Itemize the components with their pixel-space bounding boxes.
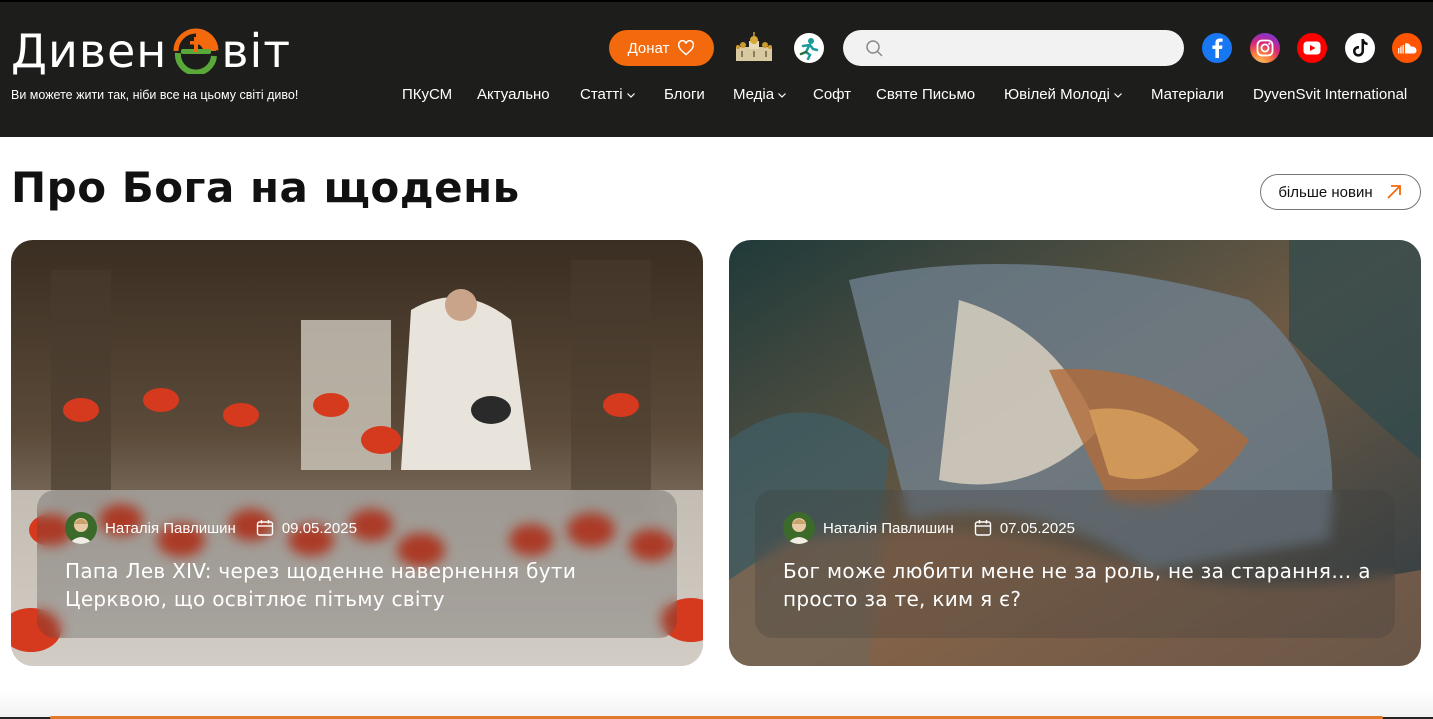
article-title[interactable]: Папа Лев XIV: через щоденне навернення б… bbox=[65, 557, 665, 613]
tiktok-link[interactable] bbox=[1345, 33, 1375, 63]
arrow-up-right-icon bbox=[1387, 185, 1401, 199]
nav-item-pkusm[interactable]: ПКуСМ bbox=[402, 86, 452, 103]
nav-item-soft[interactable]: Софт bbox=[813, 86, 851, 103]
article-title[interactable]: Бог може любити мене не за роль, не за с… bbox=[783, 557, 1383, 613]
nav-item-international[interactable]: DyvenSvit International bbox=[1253, 86, 1407, 103]
site-logo[interactable]: Дивен віт bbox=[11, 28, 291, 74]
donate-button[interactable]: Донат bbox=[609, 30, 714, 66]
nav-item-actual[interactable]: Актуально bbox=[477, 86, 550, 103]
search-input[interactable] bbox=[891, 30, 1171, 66]
tiktok-icon bbox=[1353, 39, 1368, 57]
facebook-icon bbox=[1212, 38, 1223, 58]
article-card[interactable]: Наталія Павлишин 07.05.2025 Бог може люб… bbox=[729, 240, 1421, 666]
more-news-button[interactable]: більше новин bbox=[1260, 174, 1421, 210]
author-avatar bbox=[783, 512, 815, 544]
youtube-icon bbox=[1303, 41, 1321, 55]
nav-item-blogs[interactable]: Блоги bbox=[664, 86, 705, 103]
author-name[interactable]: Наталія Павлишин bbox=[823, 520, 954, 537]
nav-item-articles[interactable]: Статті bbox=[580, 86, 636, 103]
heart-icon bbox=[678, 40, 695, 56]
main-navigation: ПКуСМ Актуально Статті Блоги Медіа Софт … bbox=[0, 86, 1433, 106]
chevron-down-icon bbox=[626, 92, 635, 98]
nav-item-youth-jubilee[interactable]: Ювілей Молоді bbox=[1004, 86, 1123, 103]
section-title: Про Бога на щодень bbox=[11, 163, 520, 212]
calendar-icon bbox=[974, 520, 992, 536]
chevron-down-icon bbox=[778, 92, 787, 98]
youtube-link[interactable] bbox=[1297, 33, 1327, 63]
calendar-icon bbox=[256, 520, 274, 536]
cathedral-icon[interactable] bbox=[733, 31, 775, 63]
donate-label: Донат bbox=[627, 39, 670, 57]
logo-globe-icon bbox=[173, 28, 219, 74]
article-meta: Наталія Павлишин 07.05.2025 bbox=[783, 511, 1075, 545]
instagram-link[interactable] bbox=[1250, 33, 1280, 63]
author-avatar bbox=[65, 512, 97, 544]
logo-text-right: віт bbox=[221, 24, 292, 78]
article-card[interactable]: Наталія Павлишин 09.05.2025 Папа Лев XIV… bbox=[11, 240, 703, 666]
article-date: 07.05.2025 bbox=[999, 519, 1075, 537]
youth-badge-icon[interactable] bbox=[794, 33, 824, 63]
site-header: Дивен віт Ви можете жити так, ніби все н… bbox=[0, 0, 1433, 137]
soundcloud-icon bbox=[1398, 43, 1417, 54]
facebook-link[interactable] bbox=[1202, 33, 1232, 63]
logo-text-left: Дивен bbox=[11, 24, 168, 78]
next-section-shadow bbox=[0, 690, 1433, 719]
article-meta: Наталія Павлишин 09.05.2025 bbox=[65, 511, 357, 545]
runner-icon bbox=[799, 38, 819, 60]
nav-item-media[interactable]: Медіа bbox=[733, 86, 787, 103]
article-date: 09.05.2025 bbox=[281, 519, 357, 537]
nav-item-scripture[interactable]: Святе Письмо bbox=[876, 86, 975, 103]
search-icon bbox=[866, 40, 883, 57]
author-name[interactable]: Наталія Павлишин bbox=[105, 520, 236, 537]
search-box[interactable] bbox=[843, 30, 1184, 66]
more-news-label: більше новин bbox=[1278, 183, 1373, 201]
instagram-icon bbox=[1256, 39, 1274, 57]
soundcloud-link[interactable] bbox=[1392, 33, 1422, 63]
nav-item-materials[interactable]: Матеріали bbox=[1151, 86, 1224, 103]
chevron-down-icon bbox=[1113, 92, 1122, 98]
